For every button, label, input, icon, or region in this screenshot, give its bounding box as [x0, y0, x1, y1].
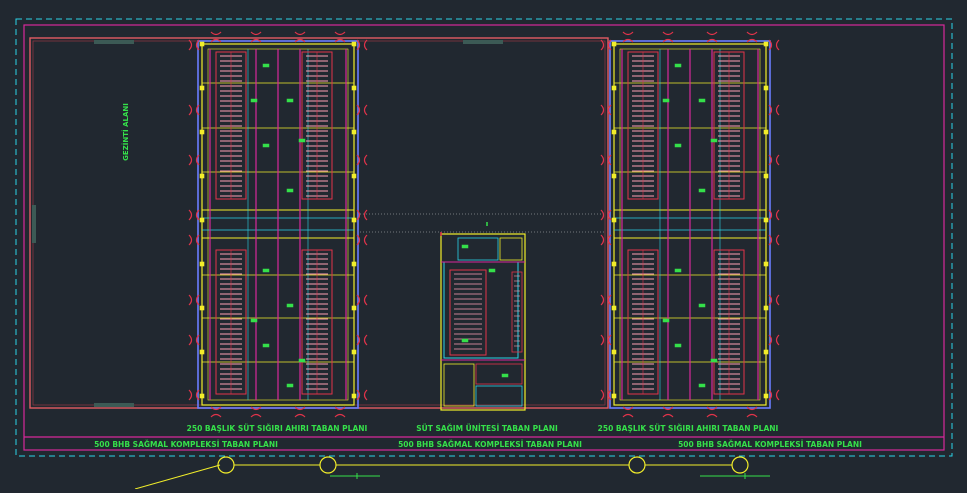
gate-bottom-left	[94, 403, 134, 407]
equipment-marker	[674, 63, 682, 68]
site-leader-line	[134, 464, 221, 490]
column-post	[351, 305, 357, 311]
column-post	[611, 349, 617, 355]
column-post	[763, 41, 769, 47]
milking-holding-area	[457, 237, 499, 261]
site-floor-plan: GEZİNTİ ALANI 250 BAŞLIK SÜT SIĞIRI AHIR…	[15, 18, 953, 490]
column-post	[763, 305, 769, 311]
grid-axis-markers	[134, 456, 770, 490]
column-post	[199, 349, 205, 355]
gate-left-side	[32, 205, 36, 243]
column-post	[351, 41, 357, 47]
equipment-marker	[250, 318, 258, 323]
equipment-marker	[461, 338, 469, 343]
milking-machine-room	[475, 385, 523, 407]
axis-bubble-3	[628, 456, 646, 474]
column-post	[351, 173, 357, 179]
column-post	[611, 393, 617, 399]
column-post	[763, 393, 769, 399]
column-post	[763, 173, 769, 179]
equipment-marker	[286, 188, 294, 193]
milking-unit-caption: SÜT SAĞIM ÜNİTESİ TABAN PLANI	[416, 424, 558, 433]
equipment-marker	[674, 268, 682, 273]
column-post	[199, 393, 205, 399]
milking-office	[443, 363, 475, 407]
complex-label-left: 500 BHB SAĞMAL KOMPLEKSİ TABAN PLANI	[94, 440, 278, 449]
column-post	[351, 349, 357, 355]
barn-left-plan	[188, 31, 368, 418]
equipment-marker	[698, 303, 706, 308]
column-post	[199, 217, 205, 223]
milking-return-lane	[511, 271, 523, 353]
equipment-marker	[262, 268, 270, 273]
column-post	[763, 85, 769, 91]
equipment-marker	[662, 318, 670, 323]
equipment-marker	[501, 373, 509, 378]
axis-bubble-2	[319, 456, 337, 474]
equipment-marker	[674, 343, 682, 348]
column-post	[611, 129, 617, 135]
column-post	[199, 41, 205, 47]
equipment-marker	[298, 358, 306, 363]
gate-top-left	[94, 40, 134, 44]
column-post	[763, 261, 769, 267]
column-post	[351, 393, 357, 399]
column-post	[199, 85, 205, 91]
walking-area-outline	[29, 37, 609, 409]
equipment-marker	[710, 358, 718, 363]
axis-bubble-1	[217, 456, 235, 474]
column-post	[611, 41, 617, 47]
column-post	[611, 261, 617, 267]
equipment-marker	[674, 143, 682, 148]
column-post	[199, 261, 205, 267]
axis-bubble-4	[731, 456, 749, 474]
column-post	[199, 305, 205, 311]
equipment-marker	[262, 63, 270, 68]
outer-dashed-border	[15, 18, 953, 457]
equipment-marker	[286, 98, 294, 103]
equipment-marker	[461, 244, 469, 249]
column-post	[611, 217, 617, 223]
equipment-marker	[250, 98, 258, 103]
column-post	[199, 129, 205, 135]
equipment-marker	[698, 188, 706, 193]
complex-label-center: 500 BHB SAĞMAL KOMPLEKSİ TABAN PLANI	[398, 440, 582, 449]
equipment-marker	[488, 268, 496, 273]
equipment-marker	[698, 98, 706, 103]
equipment-marker	[298, 138, 306, 143]
milking-room	[499, 237, 523, 261]
column-post	[611, 85, 617, 91]
equipment-marker	[710, 138, 718, 143]
cad-drawing-viewport[interactable]: GEZİNTİ ALANI 250 BAŞLIK SÜT SIĞIRI AHIR…	[0, 0, 967, 490]
equipment-marker	[262, 143, 270, 148]
barn-right-plan	[600, 31, 780, 418]
walking-area-label: GEZİNTİ ALANI	[121, 103, 130, 161]
column-post	[763, 217, 769, 223]
column-post	[351, 217, 357, 223]
equipment-marker	[262, 343, 270, 348]
milking-unit-plan	[440, 222, 526, 411]
column-post	[351, 85, 357, 91]
column-post	[199, 173, 205, 179]
equipment-marker	[662, 98, 670, 103]
milking-tank-room	[475, 363, 523, 385]
column-post	[351, 129, 357, 135]
column-post	[763, 349, 769, 355]
equipment-marker	[286, 383, 294, 388]
column-post	[611, 173, 617, 179]
equipment-marker	[698, 383, 706, 388]
barn-right-caption: 250 BAŞLIK SÜT SIĞIRI AHIRI TABAN PLANI	[598, 424, 779, 433]
column-post	[763, 129, 769, 135]
complex-label-right: 500 BHB SAĞMAL KOMPLEKSİ TABAN PLANI	[678, 440, 862, 449]
barn-left-caption: 250 BAŞLIK SÜT SIĞIRI AHIRI TABAN PLANI	[187, 424, 368, 433]
column-post	[611, 305, 617, 311]
column-post	[351, 261, 357, 267]
gate-top-middle	[463, 40, 503, 44]
equipment-marker	[286, 303, 294, 308]
